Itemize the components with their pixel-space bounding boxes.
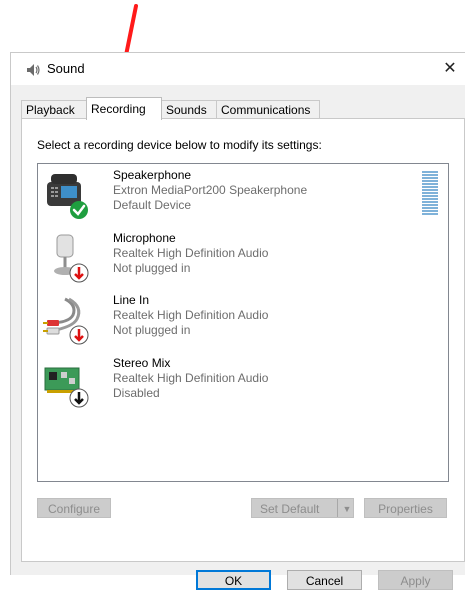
device-status: Not plugged in <box>113 261 191 275</box>
ok-button[interactable]: OK <box>196 570 271 590</box>
device-name: Microphone <box>113 231 176 245</box>
split-divider <box>337 499 338 517</box>
set-default-button[interactable]: Set Default ▼ <box>251 498 354 518</box>
list-item-stereo-mix[interactable]: Stereo Mix Realtek High Definition Audio… <box>38 352 448 414</box>
device-list[interactable]: Speakerphone Extron MediaPort200 Speaker… <box>37 163 449 482</box>
sound-dialog: Sound ✕ Playback Recording Sounds Commun… <box>10 52 465 590</box>
tab-playback[interactable]: Playback <box>21 100 87 119</box>
tab-recording[interactable]: Recording <box>86 97 162 120</box>
device-name: Stereo Mix <box>113 356 171 370</box>
title-bar: Sound ✕ <box>11 53 465 85</box>
tab-communications[interactable]: Communications <box>216 100 320 119</box>
line-in-cable-icon <box>43 297 89 345</box>
level-meter <box>422 171 438 216</box>
cancel-button[interactable]: Cancel <box>287 570 362 590</box>
microphone-icon <box>54 234 89 283</box>
instruction-text: Select a recording device below to modif… <box>37 138 322 152</box>
device-name: Speakerphone <box>113 168 192 182</box>
device-driver: Realtek High Definition Audio <box>113 371 269 385</box>
configure-button[interactable]: Configure <box>37 498 111 518</box>
device-status: Not plugged in <box>113 323 191 337</box>
list-item-line-in[interactable]: Line In Realtek High Definition Audio No… <box>38 289 448 351</box>
close-button[interactable]: ✕ <box>438 57 462 81</box>
set-default-label: Set Default <box>260 502 320 516</box>
list-item-microphone[interactable]: Microphone Realtek High Definition Audio… <box>38 227 448 289</box>
window-title: Sound <box>47 61 85 76</box>
apply-button[interactable]: Apply <box>378 570 453 590</box>
device-driver: Extron MediaPort200 Speakerphone <box>113 183 308 197</box>
speaker-icon <box>27 64 40 76</box>
device-driver: Realtek High Definition Audio <box>113 246 269 260</box>
device-status: Default Device <box>113 198 192 212</box>
chevron-down-icon[interactable]: ▼ <box>340 499 354 519</box>
device-status: Disabled <box>113 386 160 400</box>
properties-button[interactable]: Properties <box>364 498 447 518</box>
device-driver: Realtek High Definition Audio <box>113 308 269 322</box>
speakerphone-icon <box>47 174 88 219</box>
device-name: Line In <box>113 293 150 307</box>
recording-panel: Select a recording device below to modif… <box>21 118 465 562</box>
sound-card-icon <box>44 367 89 408</box>
tab-sounds[interactable]: Sounds <box>161 100 217 119</box>
list-item-speakerphone[interactable]: Speakerphone Extron MediaPort200 Speaker… <box>38 164 448 226</box>
